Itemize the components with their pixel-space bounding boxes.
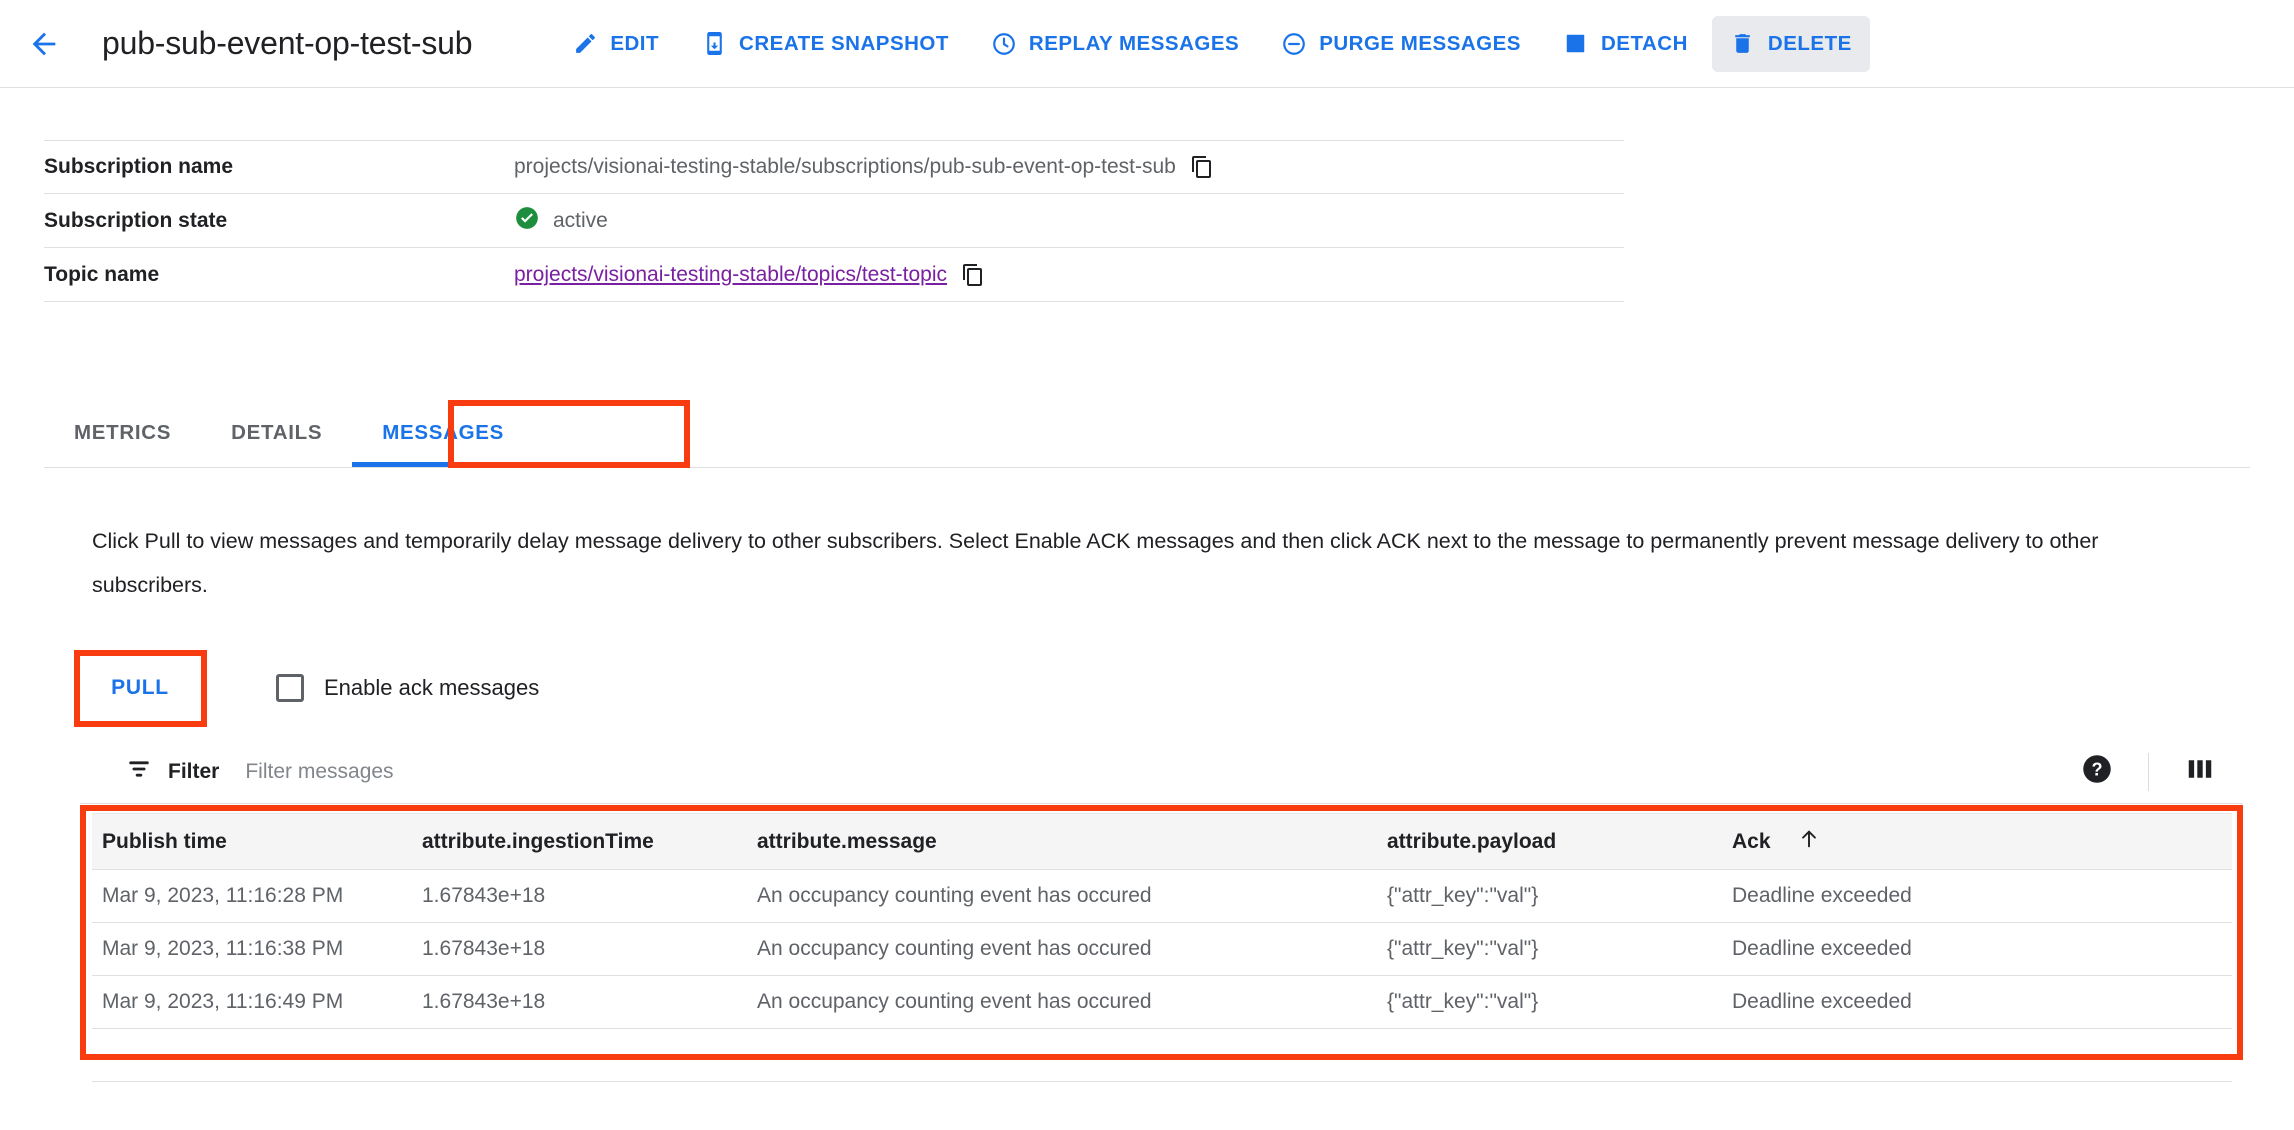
check-circle-icon <box>514 205 540 237</box>
copy-icon[interactable] <box>1190 155 1214 179</box>
arrow-up-icon <box>1798 828 1820 856</box>
create-snapshot-button[interactable]: CREATE SNAPSHOT <box>683 16 967 72</box>
cell-ingestion-time: 1.67843e+18 <box>422 990 546 1013</box>
page-header-toolbar: pub-sub-event-op-test-sub EDIT CREATE SN… <box>0 0 2294 88</box>
tab-details[interactable]: DETAILS <box>201 399 352 467</box>
column-header-ingestion-time[interactable]: attribute.ingestionTime <box>422 814 757 870</box>
cell-ack: Deadline exceeded <box>1732 937 1912 960</box>
filter-messages-input[interactable] <box>243 758 864 785</box>
delete-button[interactable]: DELETE <box>1711 15 1870 72</box>
messages-table: Publish time attribute.ingestionTime att… <box>92 813 2232 1082</box>
replay-messages-button-label: REPLAY MESSAGES <box>1028 31 1240 55</box>
tab-label: MESSAGES <box>382 421 505 444</box>
subscription-info-table: Subscription name projects/visionai-test… <box>44 140 1624 302</box>
create-snapshot-button-label: CREATE SNAPSHOT <box>739 31 949 55</box>
filter-label: Filter <box>168 759 220 783</box>
cell-message: An occupancy counting event has occured <box>757 990 1152 1013</box>
status-badge: active <box>514 205 608 237</box>
table-header-row: Publish time attribute.ingestionTime att… <box>92 813 2232 870</box>
pubsub-subscription-details-page: pub-sub-event-op-test-sub EDIT CREATE SN… <box>0 0 2294 1130</box>
cell-message: An occupancy counting event has occured <box>757 884 1152 907</box>
cell-ack: Deadline exceeded <box>1732 884 1912 907</box>
edit-button-label: EDIT <box>610 31 660 55</box>
cell-publish-time: Mar 9, 2023, 11:16:49 PM <box>102 990 344 1013</box>
table-filter-bar: Filter ? <box>80 740 2243 804</box>
snapshot-icon <box>701 31 727 57</box>
column-header-payload[interactable]: attribute.payload <box>1387 814 1732 870</box>
column-header-ack[interactable]: Ack <box>1732 814 2232 870</box>
column-display-icon[interactable] <box>2185 754 2215 789</box>
cell-empty <box>422 1029 757 1082</box>
toolbar-divider <box>2148 752 2149 791</box>
cell-empty <box>1387 1029 1732 1082</box>
messages-table-body: Mar 9, 2023, 11:16:28 PM 1.67843e+18 An … <box>92 870 2232 1082</box>
cell-message: An occupancy counting event has occured <box>757 937 1152 960</box>
checkbox-box[interactable] <box>276 674 304 702</box>
delete-button-label: DELETE <box>1767 31 1852 55</box>
info-value: active <box>514 205 608 237</box>
column-header-publish-time[interactable]: Publish time <box>92 814 422 870</box>
header-actions: EDIT CREATE SNAPSHOT REPLAY MESSAGES PUR… <box>554 15 1870 72</box>
filter-control[interactable]: Filter <box>126 756 219 787</box>
info-row-topic-name: Topic name projects/visionai-testing-sta… <box>44 248 1624 302</box>
cell-empty <box>757 1029 1387 1082</box>
tab-label: DETAILS <box>231 421 323 444</box>
info-value: projects/visionai-testing-stable/topics/… <box>514 263 985 287</box>
detach-button-label: DETACH <box>1600 31 1688 55</box>
cell-empty <box>1732 1029 2232 1082</box>
help-circle-icon[interactable]: ? <box>2082 754 2112 789</box>
cell-ack: Deadline exceeded <box>1732 990 1912 1013</box>
copy-icon[interactable] <box>961 263 985 287</box>
detail-tabs: METRICS DETAILS MESSAGES <box>44 400 2250 468</box>
pencil-icon <box>572 31 598 57</box>
purge-messages-button-label: PURGE MESSAGES <box>1319 31 1521 55</box>
info-label: Subscription state <box>44 208 228 232</box>
cell-ingestion-time: 1.67843e+18 <box>422 884 546 907</box>
enable-ack-messages-label: Enable ack messages <box>324 675 540 700</box>
svg-text:?: ? <box>2091 760 2102 780</box>
column-header-message[interactable]: attribute.message <box>757 814 1387 870</box>
cell-payload: {"attr_key":"val"} <box>1387 937 1539 960</box>
cell-publish-time: Mar 9, 2023, 11:16:28 PM <box>102 884 344 907</box>
arrow-left-icon <box>27 27 61 61</box>
cell-ingestion-time: 1.67843e+18 <box>422 937 546 960</box>
table-row[interactable]: Mar 9, 2023, 11:16:28 PM 1.67843e+18 An … <box>92 870 2232 923</box>
pull-button[interactable]: PULL <box>80 657 200 719</box>
info-row-subscription-state: Subscription state active <box>44 194 1624 248</box>
cell-publish-time: Mar 9, 2023, 11:16:38 PM <box>102 937 344 960</box>
clock-icon <box>991 31 1017 57</box>
info-label: Topic name <box>44 262 160 286</box>
replay-messages-button[interactable]: REPLAY MESSAGES <box>973 16 1257 72</box>
tab-label: METRICS <box>74 421 172 444</box>
cell-empty <box>92 1029 422 1082</box>
detach-square-icon <box>1563 31 1589 57</box>
minus-circle-icon <box>1281 31 1307 57</box>
edit-button[interactable]: EDIT <box>554 16 677 72</box>
table-row[interactable]: Mar 9, 2023, 11:16:49 PM 1.67843e+18 An … <box>92 976 2232 1029</box>
info-label: Subscription name <box>44 155 234 178</box>
filter-bar-actions: ? <box>2082 752 2215 791</box>
table-row-empty <box>92 1029 2232 1082</box>
table-row[interactable]: Mar 9, 2023, 11:16:38 PM 1.67843e+18 An … <box>92 923 2232 976</box>
tab-metrics[interactable]: METRICS <box>44 399 201 467</box>
enable-ack-messages-checkbox[interactable]: Enable ack messages <box>276 674 539 702</box>
info-row-subscription-name: Subscription name projects/visionai-test… <box>44 140 1624 194</box>
pull-controls: PULL Enable ack messages <box>80 650 539 726</box>
subscription-name-value: projects/visionai-testing-stable/subscri… <box>514 155 1176 178</box>
cell-payload: {"attr_key":"val"} <box>1387 990 1539 1013</box>
cell-payload: {"attr_key":"val"} <box>1387 884 1539 907</box>
purge-messages-button[interactable]: PURGE MESSAGES <box>1263 16 1539 72</box>
back-button[interactable] <box>22 22 66 66</box>
page-title: pub-sub-event-op-test-sub <box>102 25 473 61</box>
messages-description: Click Pull to view messages and temporar… <box>92 529 2099 597</box>
column-header-ack-label: Ack <box>1732 829 1771 853</box>
filter-icon <box>126 756 152 787</box>
topic-name-link[interactable]: projects/visionai-testing-stable/topics/… <box>514 263 947 287</box>
detach-button[interactable]: DETACH <box>1545 16 1706 72</box>
messages-table-head: Publish time attribute.ingestionTime att… <box>92 813 2232 870</box>
subscription-state-value: active <box>553 208 608 232</box>
info-value: projects/visionai-testing-stable/subscri… <box>514 155 1214 179</box>
trash-icon <box>1730 31 1756 57</box>
tab-messages[interactable]: MESSAGES <box>352 399 534 467</box>
